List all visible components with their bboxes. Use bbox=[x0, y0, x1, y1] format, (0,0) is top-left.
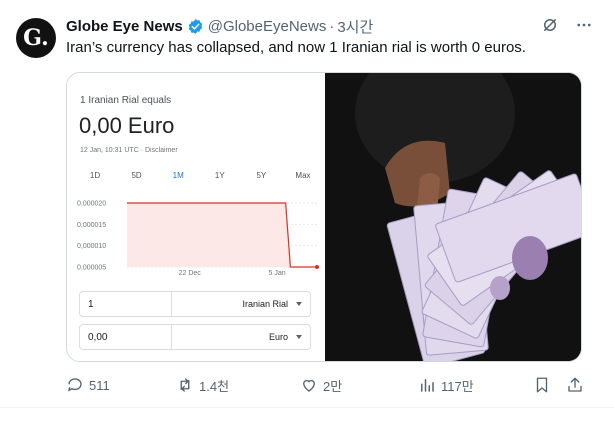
tweet-actions: 511 1.4천 2만 117만 bbox=[66, 374, 586, 396]
separator-dot: · bbox=[329, 17, 335, 35]
bookmark-icon bbox=[536, 377, 548, 393]
currency-converter-widget: 1 Iranian Rial equals 0,00 Euro 12 Jan, … bbox=[67, 73, 325, 361]
author-handle[interactable]: @GlobeEyeNews bbox=[208, 18, 327, 35]
views-icon bbox=[421, 379, 434, 392]
like-button[interactable]: 2만 bbox=[300, 374, 342, 396]
reply-icon bbox=[67, 378, 82, 392]
from-currency-select[interactable]: Iranian Rial bbox=[172, 292, 310, 316]
more-options-icon[interactable] bbox=[574, 15, 594, 35]
tweet-media[interactable]: 1 Iranian Rial equals 0,00 Euro 12 Jan, … bbox=[66, 72, 582, 362]
x-tick-label: 22 Dec bbox=[179, 270, 202, 275]
x-tick-label: 5 Jan bbox=[269, 270, 286, 275]
tweet[interactable]: G. Globe Eye News @GlobeEyeNews · 3시간 Ir… bbox=[0, 0, 614, 421]
to-row: 0,00 Euro bbox=[79, 324, 311, 350]
y-tick-label: 0,000005 bbox=[77, 265, 106, 272]
verified-badge-icon bbox=[188, 18, 202, 34]
reply-button[interactable]: 511 bbox=[66, 374, 110, 396]
y-tick-label: 0,000020 bbox=[77, 201, 106, 208]
retweet-button[interactable]: 1.4천 bbox=[176, 374, 229, 396]
converter-subtitle: 1 Iranian Rial equals bbox=[80, 95, 172, 106]
avatar[interactable]: G. bbox=[16, 18, 56, 58]
chevron-down-icon bbox=[296, 335, 302, 339]
to-currency-select[interactable]: Euro bbox=[172, 325, 310, 349]
range-tab-5y[interactable]: 5Y bbox=[245, 171, 277, 180]
range-tab-5d[interactable]: 5D bbox=[121, 171, 153, 180]
y-tick-label: 0,000015 bbox=[77, 222, 106, 229]
share-icon bbox=[568, 377, 582, 392]
tweet-time[interactable]: 3시간 bbox=[337, 16, 373, 37]
share-button[interactable] bbox=[566, 374, 584, 396]
range-tab-1y[interactable]: 1Y bbox=[204, 171, 236, 180]
retweet-icon bbox=[180, 378, 190, 392]
views-count: 117만 bbox=[441, 378, 474, 394]
to-amount-input[interactable]: 0,00 bbox=[80, 325, 172, 349]
heart-icon bbox=[303, 379, 315, 392]
chart-end-point bbox=[315, 265, 319, 269]
grok-icon[interactable] bbox=[540, 15, 560, 35]
banknotes-photo bbox=[325, 73, 581, 361]
tweet-text: Iran’s currency has collapsed, and now 1… bbox=[66, 39, 526, 56]
author-name[interactable]: Globe Eye News bbox=[66, 18, 183, 35]
from-amount-input[interactable]: 1 bbox=[80, 292, 172, 316]
to-currency-label: Euro bbox=[268, 332, 288, 342]
range-tab-1d[interactable]: 1D bbox=[79, 171, 111, 180]
tweet-top-actions bbox=[540, 15, 594, 35]
tweet-divider bbox=[0, 407, 614, 408]
like-count: 2만 bbox=[323, 378, 343, 394]
range-tab-max[interactable]: Max bbox=[287, 171, 319, 180]
y-tick-label: 0,000010 bbox=[77, 243, 106, 250]
exchange-rate-chart: 0,000020 0,000015 0,000010 0,000005 22 Dec 5 … bbox=[77, 201, 319, 275]
converter-value: 0,00 Euro bbox=[79, 113, 175, 138]
views-button[interactable]: 117만 bbox=[418, 374, 474, 396]
range-tab-1m[interactable]: 1M bbox=[162, 171, 194, 180]
chevron-down-icon bbox=[296, 302, 302, 306]
avatar-letter: G. bbox=[23, 25, 49, 51]
from-row: 1 Iranian Rial bbox=[79, 291, 311, 317]
tweet-header: Globe Eye News @GlobeEyeNews · 3시간 bbox=[66, 16, 373, 36]
from-currency-label: Iranian Rial bbox=[242, 299, 288, 309]
retweet-count: 1.4천 bbox=[199, 378, 230, 394]
reply-count: 511 bbox=[89, 377, 110, 393]
converter-date: 12 Jan, 10:31 UTC · Disclaimer bbox=[80, 147, 178, 154]
range-tabs: 1D 5D 1M 1Y 5Y Max bbox=[79, 171, 319, 180]
bookmark-button[interactable] bbox=[533, 374, 551, 396]
